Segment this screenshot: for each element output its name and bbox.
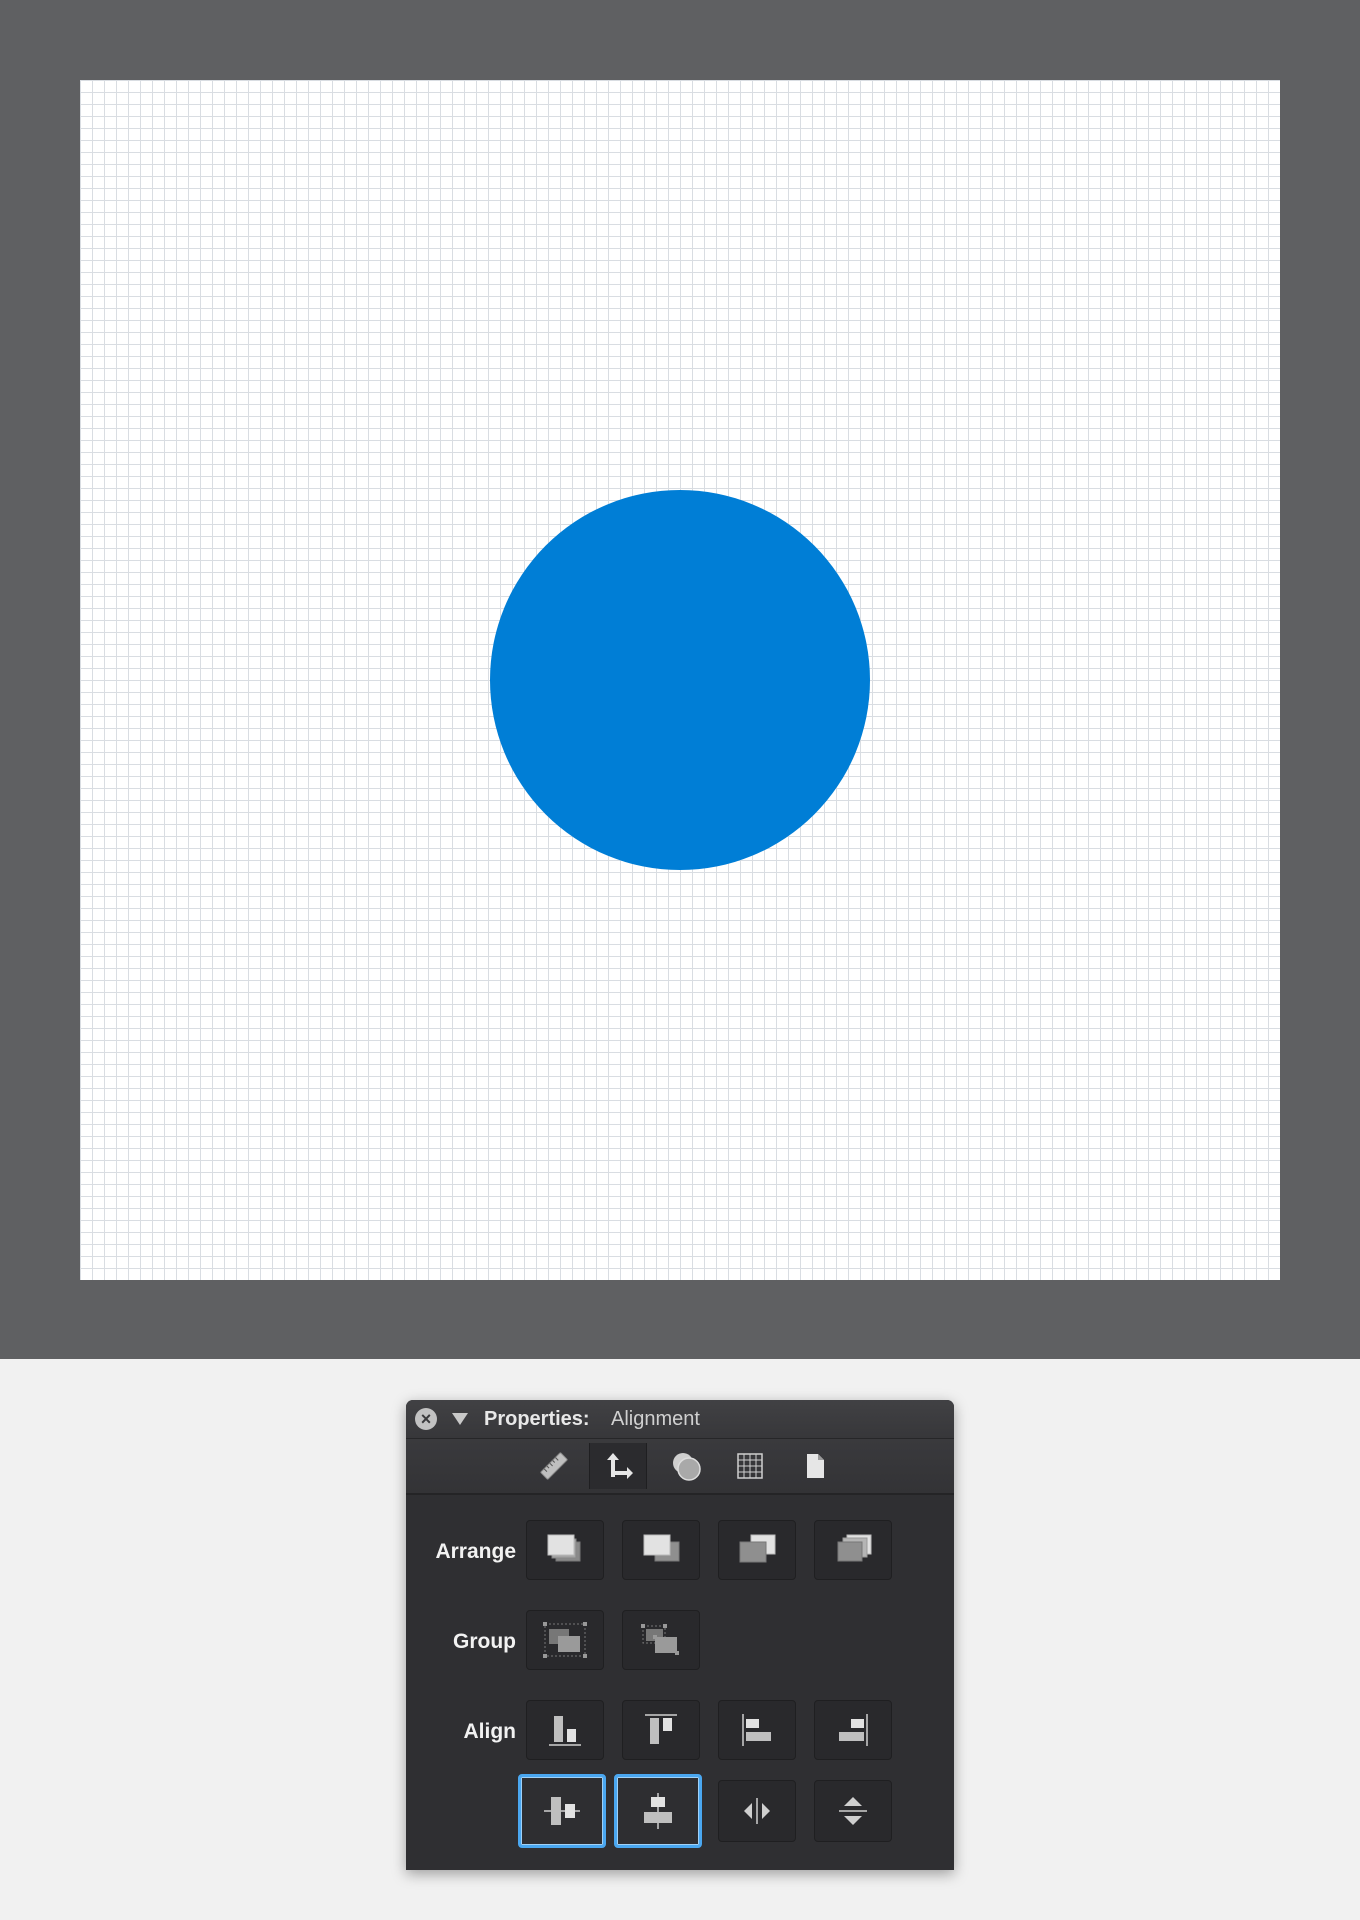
send-to-back-icon[interactable]: [814, 1520, 892, 1580]
group-label: Group: [453, 1630, 516, 1653]
disclosure-triangle-icon[interactable]: [452, 1413, 468, 1425]
panel-title-label: Properties:: [484, 1408, 590, 1430]
group-icon[interactable]: [526, 1610, 604, 1670]
send-backward-icon[interactable]: [718, 1520, 796, 1580]
panel-title-value: Alignment: [611, 1408, 700, 1430]
align-horizontal-center-icon[interactable]: [518, 1774, 606, 1848]
panel-titlebar[interactable]: × Properties: Alignment: [406, 1400, 954, 1439]
align-top-icon[interactable]: [622, 1700, 700, 1760]
close-icon[interactable]: ×: [415, 1408, 437, 1430]
align-label: Align: [463, 1720, 517, 1743]
ungroup-icon[interactable]: [622, 1610, 700, 1670]
blue-circle-shape[interactable]: [490, 490, 870, 870]
bring-to-front-icon[interactable]: [526, 1520, 604, 1580]
arrange-label: Arrange: [435, 1540, 516, 1563]
canvas-frame: [0, 0, 1360, 1359]
artboard-grid[interactable]: [80, 80, 1280, 1280]
distribute-horizontal-icon[interactable]: [718, 1780, 796, 1842]
arrange-align-icon[interactable]: [589, 1443, 647, 1489]
appearance-icon[interactable]: [658, 1443, 714, 1489]
align-left-icon[interactable]: [718, 1700, 796, 1760]
panel-toolbar: [406, 1439, 954, 1495]
ruler-icon[interactable]: [526, 1443, 582, 1489]
grid-icon[interactable]: [722, 1443, 778, 1489]
properties-panel: × Properties: Alignment Arrange Group Al…: [406, 1400, 954, 1870]
document-icon[interactable]: [787, 1443, 843, 1489]
align-right-icon[interactable]: [814, 1700, 892, 1760]
align-vertical-center-icon[interactable]: [614, 1774, 702, 1848]
bring-forward-icon[interactable]: [622, 1520, 700, 1580]
align-bottom-icon[interactable]: [526, 1700, 604, 1760]
distribute-vertical-icon[interactable]: [814, 1780, 892, 1842]
